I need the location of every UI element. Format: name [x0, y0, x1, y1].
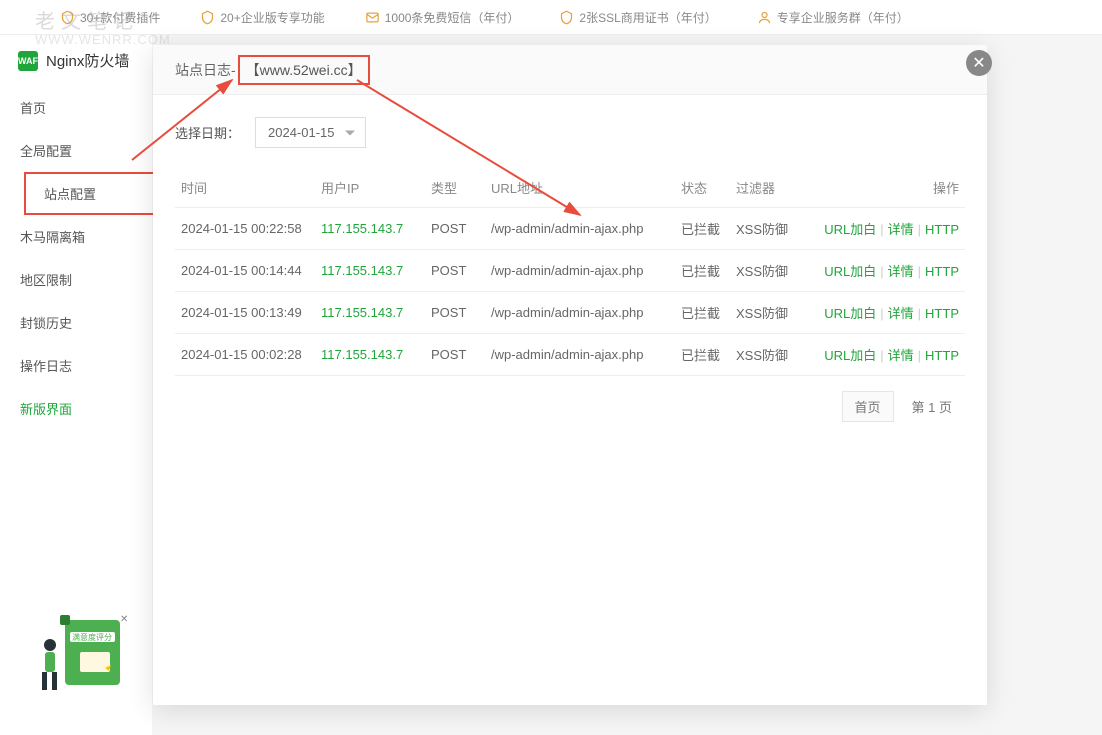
cell-url: /wp-admin/admin-ajax.php — [485, 334, 675, 376]
date-select[interactable]: 2024-01-15 — [255, 117, 366, 148]
cell-type: POST — [425, 208, 485, 250]
sidebar-item-oplog[interactable]: 操作日志 — [0, 344, 152, 387]
cell-filter: XSS防御 — [730, 292, 810, 334]
col-filter: 过滤器 — [730, 168, 810, 208]
col-type: 类型 — [425, 168, 485, 208]
cell-type: POST — [425, 334, 485, 376]
col-ip: 用户IP — [315, 168, 425, 208]
cell-ip: 117.155.143.7 — [315, 334, 425, 376]
cell-type: POST — [425, 292, 485, 334]
action-http[interactable]: HTTP — [925, 348, 959, 363]
cell-status: 已拦截 — [675, 334, 730, 376]
close-button[interactable]: ✕ — [966, 50, 992, 76]
col-time: 时间 — [175, 168, 315, 208]
table-row: 2024-01-15 00:22:58 117.155.143.7 POST /… — [175, 208, 965, 250]
cell-ip: 117.155.143.7 — [315, 208, 425, 250]
action-http[interactable]: HTTP — [925, 306, 959, 321]
ip-link[interactable]: 117.155.143.7 — [321, 305, 403, 320]
svg-text:✕: ✕ — [120, 614, 128, 625]
table-row: 2024-01-15 00:14:44 117.155.143.7 POST /… — [175, 250, 965, 292]
action-whitelist[interactable]: URL加白 — [824, 306, 876, 321]
pagination: 首页 第 1 页 — [175, 376, 965, 422]
cell-actions: URL加白|详情|HTTP — [810, 208, 965, 250]
cell-time: 2024-01-15 00:22:58 — [175, 208, 315, 250]
col-status: 状态 — [675, 168, 730, 208]
table-row: 2024-01-15 00:13:49 117.155.143.7 POST /… — [175, 292, 965, 334]
sidebar-title: WAF Nginx防火墙 — [0, 50, 152, 86]
shield-icon — [60, 10, 75, 25]
date-label: 选择日期： — [175, 123, 240, 142]
ip-link[interactable]: 117.155.143.7 — [321, 263, 403, 278]
sidebar-item-newui[interactable]: 新版界面 — [0, 387, 152, 430]
col-url: URL地址 — [485, 168, 675, 208]
modal-title-prefix: 站点日志- — [175, 60, 236, 80]
feedback-widget[interactable]: 满意度评分 ✕ — [30, 610, 130, 690]
cert-icon — [559, 10, 574, 25]
cell-time: 2024-01-15 00:13:49 — [175, 292, 315, 334]
top-promo-banner: 30+款付费插件 20+企业版专享功能 1000条免费短信（年付） 2张SSL商… — [0, 0, 1102, 35]
cell-url: /wp-admin/admin-ajax.php — [485, 250, 675, 292]
promo-item: 20+企业版专享功能 — [200, 9, 324, 26]
page-first-button[interactable]: 首页 — [842, 391, 894, 422]
sidebar-item-ban-history[interactable]: 封锁历史 — [0, 301, 152, 344]
promo-item: 专享企业服务群（年付） — [757, 9, 909, 26]
sidebar-item-region[interactable]: 地区限制 — [0, 258, 152, 301]
sidebar-item-home[interactable]: 首页 — [0, 86, 152, 129]
promo-item: 30+款付费插件 — [60, 9, 160, 26]
cell-status: 已拦截 — [675, 292, 730, 334]
col-action: 操作 — [810, 168, 965, 208]
log-table: 时间 用户IP 类型 URL地址 状态 过滤器 操作 2024-01-15 00… — [175, 168, 965, 376]
modal-site-name: 【www.52wei.cc】 — [238, 55, 370, 85]
ip-link[interactable]: 117.155.143.7 — [321, 347, 403, 362]
sidebar-item-site-config[interactable]: 站点配置 — [24, 172, 166, 215]
cell-status: 已拦截 — [675, 250, 730, 292]
cell-url: /wp-admin/admin-ajax.php — [485, 208, 675, 250]
action-http[interactable]: HTTP — [925, 264, 959, 279]
mail-icon — [365, 10, 380, 25]
cell-time: 2024-01-15 00:14:44 — [175, 250, 315, 292]
cell-filter: XSS防御 — [730, 208, 810, 250]
action-whitelist[interactable]: URL加白 — [824, 222, 876, 237]
cell-filter: XSS防御 — [730, 250, 810, 292]
modal-header: 站点日志- 【www.52wei.cc】 — [153, 45, 987, 95]
action-whitelist[interactable]: URL加白 — [824, 264, 876, 279]
waf-shield-icon: WAF — [18, 51, 38, 71]
cell-ip: 117.155.143.7 — [315, 292, 425, 334]
action-detail[interactable]: 详情 — [888, 306, 914, 321]
cell-actions: URL加白|详情|HTTP — [810, 292, 965, 334]
cell-actions: URL加白|详情|HTTP — [810, 334, 965, 376]
cell-ip: 117.155.143.7 — [315, 250, 425, 292]
cell-actions: URL加白|详情|HTTP — [810, 250, 965, 292]
group-icon — [757, 10, 772, 25]
cell-status: 已拦截 — [675, 208, 730, 250]
table-row: 2024-01-15 00:02:28 117.155.143.7 POST /… — [175, 334, 965, 376]
shield-icon — [200, 10, 215, 25]
ip-link[interactable]: 117.155.143.7 — [321, 221, 403, 236]
promo-item: 1000条免费短信（年付） — [365, 9, 520, 26]
action-detail[interactable]: 详情 — [888, 222, 914, 237]
action-detail[interactable]: 详情 — [888, 348, 914, 363]
page-current: 第 1 页 — [904, 392, 960, 421]
sidebar-item-global[interactable]: 全局配置 — [0, 129, 152, 172]
cell-url: /wp-admin/admin-ajax.php — [485, 292, 675, 334]
date-filter-row: 选择日期： 2024-01-15 — [175, 117, 965, 148]
svg-text:满意度评分: 满意度评分 — [72, 632, 112, 642]
site-log-modal: 站点日志- 【www.52wei.cc】 选择日期： 2024-01-15 时间… — [153, 45, 987, 705]
promo-item: 2张SSL商用证书（年付） — [559, 9, 716, 26]
action-detail[interactable]: 详情 — [888, 264, 914, 279]
cell-time: 2024-01-15 00:02:28 — [175, 334, 315, 376]
action-http[interactable]: HTTP — [925, 222, 959, 237]
close-icon: ✕ — [972, 53, 985, 73]
cell-type: POST — [425, 250, 485, 292]
action-whitelist[interactable]: URL加白 — [824, 348, 876, 363]
sidebar-item-quarantine[interactable]: 木马隔离箱 — [0, 215, 152, 258]
cell-filter: XSS防御 — [730, 334, 810, 376]
